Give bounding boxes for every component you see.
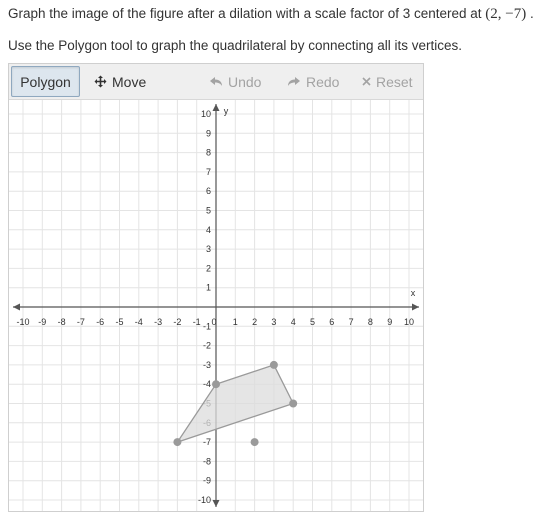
x-tick-label: 6 <box>329 317 334 327</box>
y-tick-label: 10 <box>201 109 211 119</box>
undo-arrow-icon <box>209 76 223 88</box>
x-tick-label: 2 <box>252 317 257 327</box>
graphing-tool: Polygon Move Undo Redo Reset x y -10 -9 … <box>8 63 424 512</box>
move-tool-button[interactable]: Move <box>94 64 146 99</box>
y-tick-label: 7 <box>206 167 211 177</box>
y-tick-label: 9 <box>206 128 211 138</box>
close-x-icon <box>362 77 371 86</box>
x-tick-label: 10 <box>404 317 414 327</box>
y-tick-label: 8 <box>206 148 211 158</box>
polygon-tool-button[interactable]: Polygon <box>11 66 80 97</box>
x-tick-label: -1 <box>193 317 201 327</box>
x-axis-arrow-right <box>412 303 419 311</box>
x-tick-label: 3 <box>271 317 276 327</box>
x-tick-label: 1 <box>233 317 238 327</box>
y-tick-label: -8 <box>203 456 211 466</box>
x-axis-label: x <box>411 288 416 298</box>
x-tick-label: -5 <box>115 317 123 327</box>
dilation-center: (2, −7) <box>485 6 527 22</box>
redo-label: Redo <box>306 73 340 90</box>
question-prompt: Graph the image of the figure after a di… <box>8 6 534 23</box>
polygon-vertex-point[interactable] <box>289 399 298 408</box>
y-tick-label: 6 <box>206 186 211 196</box>
reset-label: Reset <box>376 73 413 90</box>
x-tick-label: -9 <box>38 317 46 327</box>
x-tick-label: -6 <box>96 317 104 327</box>
instruction-text: Use the Polygon tool to graph the quadri… <box>8 38 463 53</box>
y-tick-label: 4 <box>206 225 211 235</box>
y-axis-arrow-down <box>212 500 220 507</box>
x-tick-label: -7 <box>77 317 85 327</box>
x-tick-label: 0 <box>211 317 216 327</box>
move-arrows-icon <box>94 75 107 88</box>
undo-button[interactable]: Undo <box>209 64 261 99</box>
y-tick-label: -2 <box>203 341 211 351</box>
y-tick-label: -7 <box>203 437 211 447</box>
redo-arrow-icon <box>287 76 301 88</box>
y-tick-label: -3 <box>203 360 211 370</box>
polygon-vertex-point[interactable] <box>212 380 220 389</box>
reset-button[interactable]: Reset <box>362 64 413 99</box>
dilation-center-point <box>250 438 259 447</box>
x-tick-label: 9 <box>387 317 392 327</box>
prompt-tail: . <box>530 6 534 21</box>
y-tick-label: 1 <box>206 283 211 293</box>
x-tick-label: -4 <box>135 317 143 327</box>
polygon-vertex-point[interactable] <box>173 438 182 447</box>
x-axis-arrow-left <box>13 303 20 311</box>
x-tick-label: 7 <box>349 317 354 327</box>
prompt-text: Graph the image of the figure after a di… <box>8 6 482 21</box>
y-axis-arrow-up <box>212 104 220 111</box>
x-tick-label: 4 <box>291 317 296 327</box>
x-tick-label: -3 <box>154 317 162 327</box>
polygon-tool-label: Polygon <box>20 73 71 90</box>
y-tick-label: 5 <box>206 206 211 216</box>
y-tick-label: 3 <box>206 244 211 254</box>
x-tick-label: -2 <box>173 317 181 327</box>
polygon-vertex-point[interactable] <box>269 360 278 369</box>
y-axis-label: y <box>224 106 229 116</box>
graph-toolbar: Polygon Move Undo Redo Reset <box>9 64 423 100</box>
x-tick-label: 5 <box>310 317 315 327</box>
x-tick-label: -10 <box>16 317 29 327</box>
axes <box>13 104 419 507</box>
y-tick-label: -9 <box>203 476 211 486</box>
y-tick-label: -10 <box>198 495 211 505</box>
y-tick-label: 2 <box>206 263 211 273</box>
coordinate-plane[interactable]: xy-10 -9 -8 -7 -6 -5 -4 -3 -2 -1 0 1 2 3 4 5 6 7 8 9 1010987… <box>9 100 423 511</box>
redo-button[interactable]: Redo <box>287 64 339 99</box>
x-tick-label: 8 <box>368 317 373 327</box>
y-tick-label: -4 <box>203 379 211 389</box>
y-tick-label: -1 <box>203 321 211 331</box>
x-tick-label: -8 <box>58 317 66 327</box>
move-tool-label: Move <box>112 73 147 90</box>
undo-label: Undo <box>228 73 262 90</box>
